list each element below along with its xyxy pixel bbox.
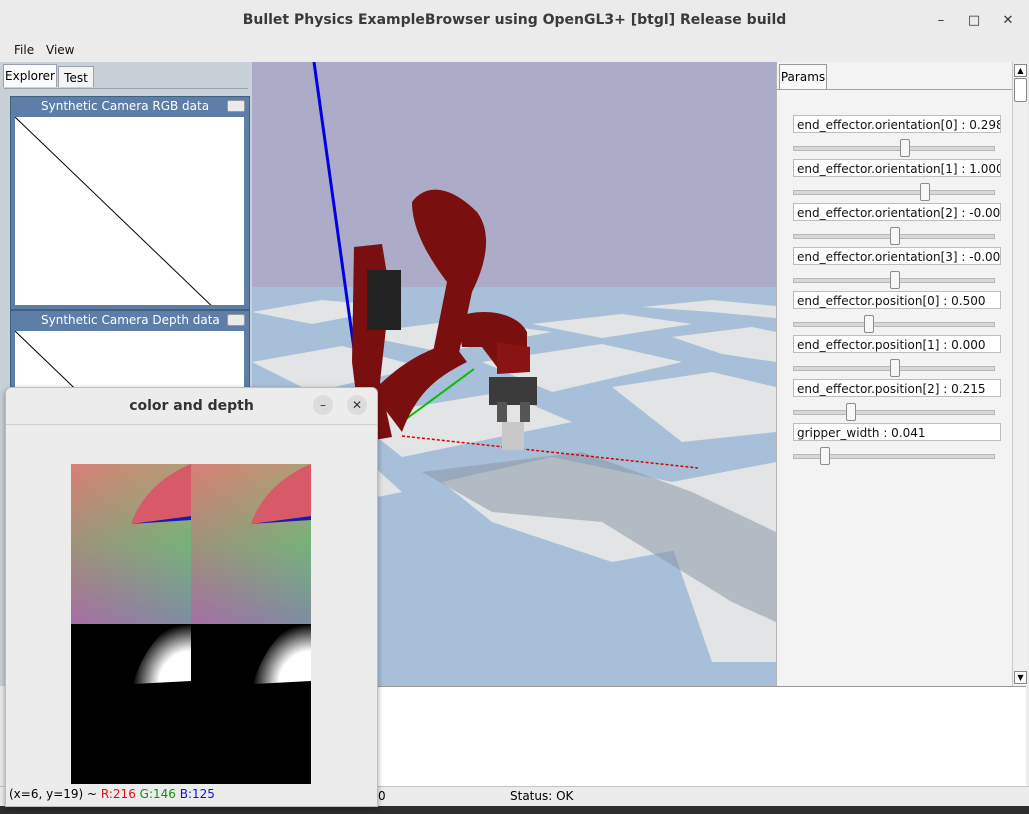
param-slider[interactable] bbox=[793, 183, 995, 201]
status-text: Status: OK bbox=[510, 789, 574, 803]
pixel-coords: (x=6, y=19) ~ bbox=[9, 787, 98, 801]
param-slider[interactable] bbox=[793, 139, 995, 157]
param-slider[interactable] bbox=[793, 227, 995, 245]
target-cube bbox=[502, 422, 524, 450]
robot-camera-mount bbox=[367, 270, 401, 330]
scroll-down-arrow-icon[interactable]: ▼ bbox=[1014, 671, 1027, 684]
param-slider-thumb[interactable] bbox=[890, 271, 900, 289]
scroll-up-arrow-icon[interactable]: ▲ bbox=[1014, 64, 1027, 77]
maximize-button[interactable]: □ bbox=[963, 10, 985, 32]
color-depth-close-button[interactable]: ✕ bbox=[347, 395, 367, 415]
param-label: gripper_width : 0.041 bbox=[793, 423, 1001, 441]
params-body: end_effector.orientation[0] : 0.298 end_e… bbox=[777, 89, 1013, 687]
params-scrollbar[interactable]: ▲ ▼ bbox=[1012, 62, 1027, 686]
param-slider[interactable] bbox=[793, 271, 995, 289]
param-slider-thumb[interactable] bbox=[820, 447, 830, 465]
title-bar: Bullet Physics ExampleBrowser using Open… bbox=[0, 0, 1029, 43]
param-slider-thumb[interactable] bbox=[846, 403, 856, 421]
minimize-button[interactable]: – bbox=[930, 10, 952, 32]
param-slider[interactable] bbox=[793, 447, 995, 465]
rgb-camera-title: Synthetic Camera RGB data bbox=[41, 99, 210, 113]
close-button[interactable]: ✕ bbox=[997, 10, 1019, 32]
window-title: Bullet Physics ExampleBrowser using Open… bbox=[242, 12, 787, 28]
param-slider-thumb[interactable] bbox=[890, 359, 900, 377]
gripper-finger-left bbox=[497, 402, 507, 422]
rgb-camera-canvas bbox=[15, 117, 244, 305]
param-label: end_effector.orientation[3] : -0.000 bbox=[793, 247, 1001, 265]
pixel-red-value: R:216 bbox=[100, 787, 136, 801]
tab-test[interactable]: Test bbox=[58, 66, 94, 87]
param-slider[interactable] bbox=[793, 403, 995, 421]
param-slider-thumb[interactable] bbox=[864, 315, 874, 333]
pixel-green-value: G:146 bbox=[139, 787, 176, 801]
param-slider[interactable] bbox=[793, 315, 995, 333]
menu-file[interactable]: File bbox=[14, 43, 34, 57]
color-depth-image[interactable] bbox=[71, 464, 311, 784]
rgb-camera-window: Synthetic Camera RGB data bbox=[10, 96, 250, 310]
tab-params[interactable]: Params bbox=[779, 64, 827, 89]
scroll-thumb[interactable] bbox=[1014, 78, 1027, 102]
param-label: end_effector.orientation[0] : 0.298 bbox=[793, 115, 1001, 133]
param-label: end_effector.orientation[1] : 1.000 bbox=[793, 159, 1001, 177]
depth-camera-title: Synthetic Camera Depth data bbox=[41, 313, 220, 327]
pixel-readout: (x=6, y=19) ~ R:216 G:146 B:125 bbox=[9, 787, 215, 801]
tab-divider bbox=[4, 88, 248, 89]
color-depth-window: color and depth – ✕ (x=6, y=19) ~ R:216 … bbox=[5, 387, 378, 807]
param-slider-thumb[interactable] bbox=[920, 183, 930, 201]
rgb-camera-collapse-button[interactable] bbox=[227, 100, 245, 112]
param-label: end_effector.position[0] : 0.500 bbox=[793, 291, 1001, 309]
pixel-blue-value: B:125 bbox=[179, 787, 215, 801]
params-panel: Params end_effector.orientation[0] : 0.2… bbox=[776, 62, 1013, 687]
param-label: end_effector.orientation[2] : -0.000 bbox=[793, 203, 1001, 221]
menu-bar: File View bbox=[0, 42, 1029, 62]
color-depth-minimize-button[interactable]: – bbox=[313, 395, 333, 415]
menu-view[interactable]: View bbox=[46, 43, 74, 57]
param-slider[interactable] bbox=[793, 359, 995, 377]
status-left-fragment: 0 bbox=[378, 789, 386, 803]
color-depth-separator bbox=[6, 424, 377, 425]
console-output[interactable] bbox=[376, 686, 1026, 787]
tab-explorer[interactable]: Explorer bbox=[3, 64, 57, 87]
gripper-finger-right bbox=[520, 402, 530, 422]
depth-camera-collapse-button[interactable] bbox=[227, 314, 245, 326]
param-slider-thumb[interactable] bbox=[890, 227, 900, 245]
terminal-strip bbox=[0, 806, 1029, 814]
param-label: end_effector.position[2] : 0.215 bbox=[793, 379, 1001, 397]
gripper-body bbox=[489, 377, 537, 405]
param-label: end_effector.position[1] : 0.000 bbox=[793, 335, 1001, 353]
param-slider-thumb[interactable] bbox=[900, 139, 910, 157]
